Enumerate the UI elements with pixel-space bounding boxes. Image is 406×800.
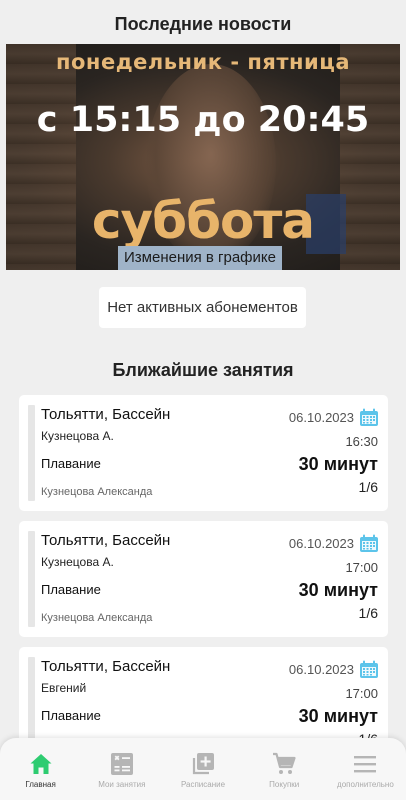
tab-purchases[interactable]: Покупки	[244, 738, 325, 800]
tab-my-lessons[interactable]: Мои занятия	[81, 738, 162, 800]
lesson-visits: 1/6	[358, 605, 378, 621]
lesson-place: Тольятти, Бассейн	[41, 658, 171, 675]
lesson-student: Кузнецова Александа	[41, 612, 153, 624]
lessons-list-icon	[110, 753, 133, 775]
lesson-card[interactable]: Тольятти, Бассейн Кузнецова А. Плавание …	[19, 395, 388, 511]
news-banner[interactable]: понедельник - пятница с 15:15 до 20:45 с…	[6, 44, 400, 270]
lesson-place: Тольятти, Бассейн	[41, 406, 171, 423]
tab-my-lessons-label: Мои занятия	[98, 780, 146, 789]
lesson-accent-bar	[28, 531, 35, 627]
lesson-trainer: Кузнецова А.	[41, 555, 114, 569]
tab-more-label: дополнительно	[337, 780, 394, 789]
lesson-duration: 30 минут	[298, 580, 378, 600]
no-subscriptions-message: Нет активных абонементов	[99, 287, 306, 328]
add-schedule-icon	[192, 753, 214, 775]
lesson-duration: 30 минут	[298, 454, 378, 474]
menu-icon	[354, 756, 377, 773]
lesson-student: Кузнецова Александа	[41, 486, 153, 498]
lesson-activity: Плавание	[41, 708, 101, 723]
lesson-card[interactable]: Тольятти, Бассейн Кузнецова А. Плавание …	[19, 521, 388, 637]
lesson-place: Тольятти, Бассейн	[41, 532, 171, 549]
calendar-icon[interactable]	[359, 408, 379, 427]
lesson-date: 06.10.2023	[288, 662, 354, 677]
tab-more[interactable]: дополнительно	[325, 738, 406, 800]
lesson-date: 06.10.2023	[288, 410, 354, 425]
banner-saturday-text: суббота	[91, 192, 315, 250]
lesson-time: 17:00	[345, 560, 378, 575]
news-title: Последние новости	[114, 14, 292, 34]
tab-schedule-label: Расписание	[180, 780, 226, 789]
lesson-time: 17:00	[345, 686, 378, 701]
lesson-accent-bar	[28, 405, 35, 501]
bottom-tab-bar: Главная Мои занятия Расписание Покупки д…	[0, 738, 406, 800]
lesson-trainer: Евгений	[41, 681, 87, 695]
tab-purchases-label: Покупки	[269, 780, 300, 789]
lesson-date: 06.10.2023	[288, 536, 354, 551]
lesson-activity: Плавание	[41, 582, 101, 597]
calendar-icon[interactable]	[359, 534, 379, 553]
cart-icon	[273, 752, 296, 774]
tab-home[interactable]: Главная	[0, 738, 81, 800]
tab-schedule[interactable]: Расписание	[162, 738, 243, 800]
banner-weekdays-text: понедельник - пятница	[56, 50, 350, 74]
lesson-visits: 1/6	[358, 479, 378, 495]
tab-home-label: Главная	[25, 780, 56, 789]
banner-caption: Изменения в графике	[118, 246, 282, 270]
banner-hours-text: с 15:15 до 20:45	[36, 100, 370, 140]
lesson-trainer: Кузнецова А.	[41, 429, 114, 443]
calendar-icon[interactable]	[359, 660, 379, 679]
lesson-duration: 30 минут	[298, 706, 378, 726]
home-icon	[30, 754, 52, 774]
lesson-activity: Плавание	[41, 456, 101, 471]
upcoming-title: Ближайшие занятия	[112, 360, 294, 380]
lesson-time: 16:30	[345, 434, 378, 449]
